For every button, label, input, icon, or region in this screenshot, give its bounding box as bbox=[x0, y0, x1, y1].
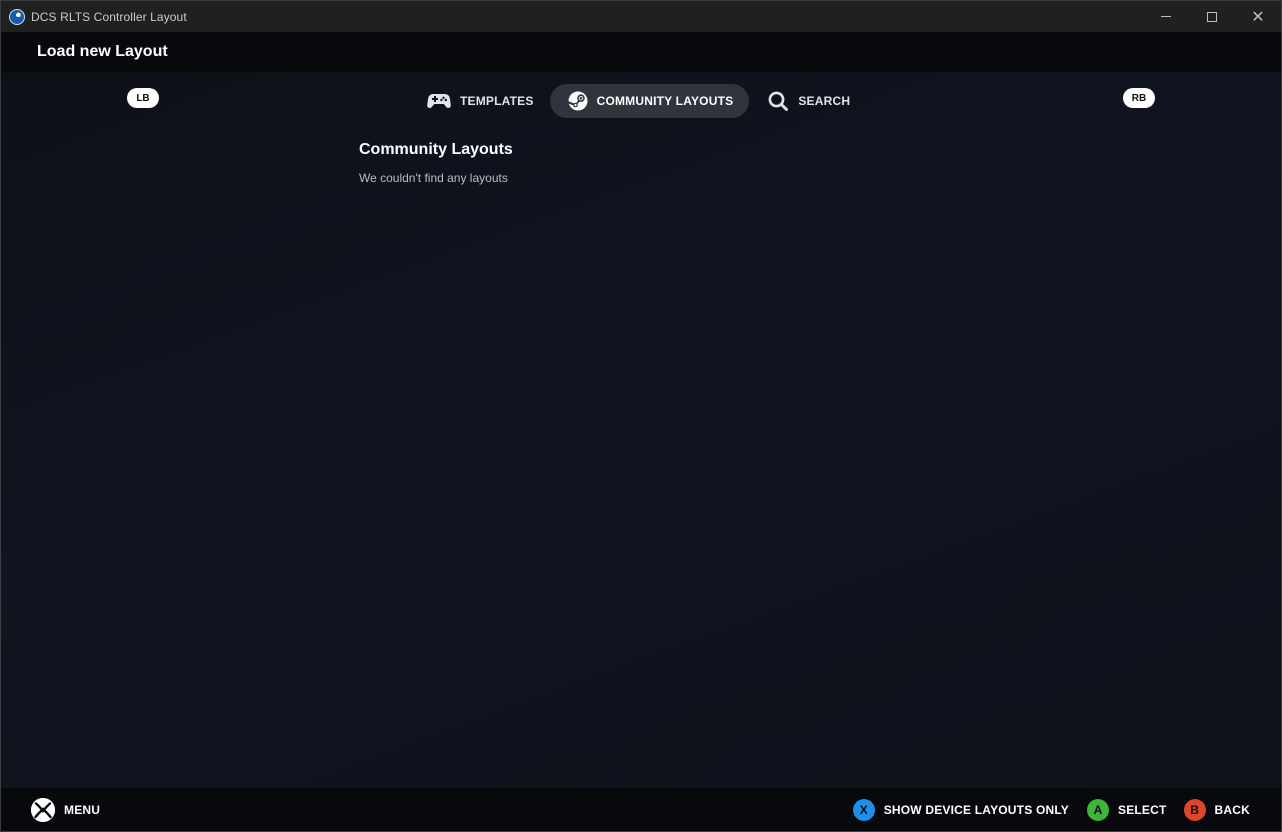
empty-state-message: We couldn't find any layouts bbox=[359, 171, 508, 185]
page-title: Load new Layout bbox=[37, 43, 168, 60]
maximize-icon bbox=[1207, 11, 1217, 22]
b-button-icon: B bbox=[1183, 798, 1206, 821]
tab-bar: TEMPLATES COMMUNITY LAYOUTS SEARCH bbox=[417, 84, 866, 118]
lb-bumper-button[interactable]: LB bbox=[127, 88, 159, 108]
tab-search[interactable]: SEARCH bbox=[749, 84, 866, 118]
rb-bumper-button[interactable]: RB bbox=[1123, 88, 1155, 108]
tab-search-label: SEARCH bbox=[798, 94, 851, 108]
search-icon bbox=[767, 90, 789, 112]
x-button-icon: X bbox=[852, 798, 875, 821]
show-device-layouts-only-button[interactable]: X SHOW DEVICE LAYOUTS ONLY bbox=[852, 798, 1069, 821]
window-controls: ✕ bbox=[1143, 1, 1281, 32]
back-button[interactable]: B BACK bbox=[1183, 798, 1250, 821]
menu-button[interactable]: MENU bbox=[31, 797, 101, 822]
tab-community-layouts[interactable]: COMMUNITY LAYOUTS bbox=[549, 84, 750, 118]
window-title: DCS RLTS Controller Layout bbox=[31, 9, 187, 24]
close-icon: ✕ bbox=[1251, 6, 1265, 26]
select-button[interactable]: A SELECT bbox=[1086, 798, 1167, 821]
tab-community-layouts-label: COMMUNITY LAYOUTS bbox=[596, 94, 734, 108]
gamepad-icon bbox=[427, 93, 451, 109]
page-header: Load new Layout bbox=[1, 32, 1281, 72]
steam-icon bbox=[567, 91, 588, 111]
show-device-layouts-only-label: SHOW DEVICE LAYOUTS ONLY bbox=[883, 802, 1069, 817]
close-button[interactable]: ✕ bbox=[1235, 1, 1281, 32]
minimize-button[interactable] bbox=[1143, 1, 1189, 32]
minimize-icon bbox=[1161, 16, 1171, 17]
a-button-icon: A bbox=[1086, 798, 1109, 821]
app-window: DCS RLTS Controller Layout ✕ Load new La… bbox=[0, 0, 1282, 832]
footer-bar: MENU X SHOW DEVICE LAYOUTS ONLY A SELECT… bbox=[1, 788, 1281, 831]
back-label: BACK bbox=[1214, 802, 1250, 817]
tab-templates[interactable]: TEMPLATES bbox=[417, 84, 550, 118]
section-title: Community Layouts bbox=[359, 141, 513, 158]
steam-app-icon bbox=[9, 8, 25, 25]
xbox-icon bbox=[31, 797, 55, 822]
tab-templates-label: TEMPLATES bbox=[460, 94, 534, 108]
select-label: SELECT bbox=[1117, 802, 1167, 817]
title-bar: DCS RLTS Controller Layout ✕ bbox=[1, 1, 1281, 32]
menu-label: MENU bbox=[64, 802, 101, 817]
maximize-button[interactable] bbox=[1189, 1, 1235, 32]
footer-actions: X SHOW DEVICE LAYOUTS ONLY A SELECT B BA… bbox=[852, 798, 1250, 821]
